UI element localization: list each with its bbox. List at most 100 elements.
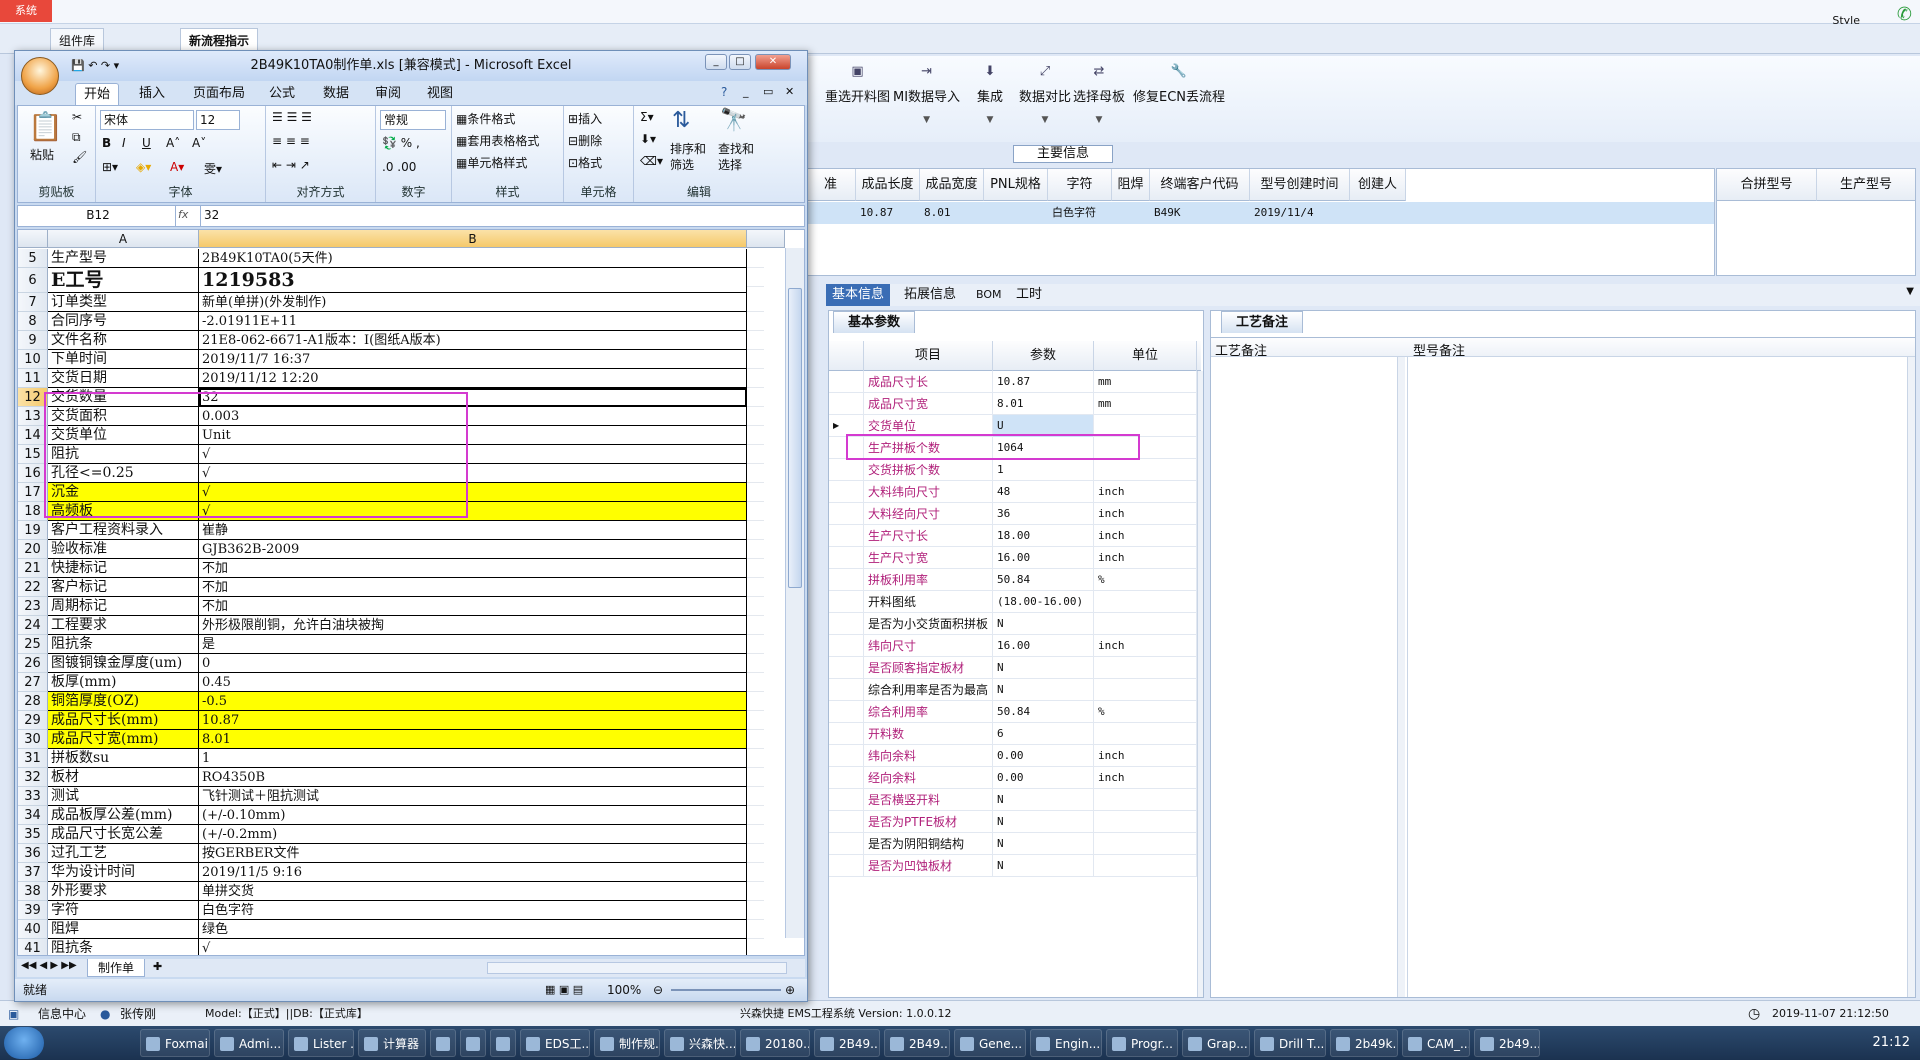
taskbar-item[interactable]: 兴森快... <box>664 1029 736 1057</box>
cell-c[interactable] <box>747 502 764 521</box>
cell-a[interactable]: 测试 <box>48 787 199 806</box>
cell-b[interactable]: 1 <box>199 749 747 768</box>
new-sheet-icon[interactable]: ✚ <box>153 960 162 973</box>
param-row[interactable]: 综合利用率是否为最高 N <box>829 679 1201 701</box>
model-notes-header[interactable]: 型号备注 <box>1413 340 1465 359</box>
row-number[interactable]: 41 <box>18 939 48 955</box>
cell-b[interactable]: RO4350B <box>199 768 747 787</box>
cell-a[interactable]: 客户工程资料录入 <box>48 521 199 540</box>
taskbar-item[interactable] <box>430 1029 456 1057</box>
italic-button[interactable]: I <box>122 136 126 150</box>
border-icon[interactable]: ⊞▾ <box>102 160 118 174</box>
grid-cell[interactable]: 白色字符 <box>1048 202 1112 224</box>
taskbar-item[interactable] <box>490 1029 516 1057</box>
row-number[interactable]: 12 <box>18 388 48 407</box>
row-number[interactable]: 31 <box>18 749 48 768</box>
cell-c[interactable] <box>747 388 764 407</box>
cell-c[interactable] <box>747 901 764 920</box>
merge-model-header[interactable]: 合拼型号 <box>1717 169 1817 201</box>
param-value[interactable]: N <box>993 657 1094 679</box>
cell-c[interactable] <box>747 635 764 654</box>
cell-b[interactable]: (+/-0.10mm) <box>199 806 747 825</box>
cell-a[interactable]: 交货面积 <box>48 407 199 426</box>
ribbon-button-0[interactable]: ▣ 重选开料图 <box>825 64 890 105</box>
cell-c[interactable] <box>747 426 764 445</box>
font-size-select[interactable]: 12 <box>196 110 240 130</box>
param-value[interactable]: 18.00 <box>993 525 1094 547</box>
cell-a[interactable]: 工程要求 <box>48 616 199 635</box>
taskbar-item[interactable]: 2b49... <box>1474 1029 1540 1057</box>
param-value[interactable]: 0.00 <box>993 745 1094 767</box>
taskbar-item[interactable]: CAM_... <box>1402 1029 1470 1057</box>
cell-a[interactable]: 订单类型 <box>48 293 199 312</box>
taskbar-item[interactable]: 2b49k... <box>1330 1029 1398 1057</box>
clear-icon[interactable]: ⌫▾ <box>640 154 663 168</box>
param-value[interactable]: 0.00 <box>993 767 1094 789</box>
column-header-c[interactable] <box>747 230 785 248</box>
sort-filter-icon[interactable]: ⇅ <box>672 108 690 133</box>
cell-a[interactable]: 交货数量 <box>48 388 199 407</box>
cell-a[interactable]: 合同序号 <box>48 312 199 331</box>
taskbar-item[interactable]: Engin... <box>1030 1029 1102 1057</box>
param-row[interactable]: 开料图纸 (18.00-16.00) <box>829 591 1201 613</box>
format-painter-icon[interactable]: 🖌 <box>72 150 87 164</box>
cell-a[interactable]: 成品尺寸长(mm) <box>48 711 199 730</box>
cell-c[interactable] <box>747 578 764 597</box>
row-number[interactable]: 16 <box>18 464 48 483</box>
cell-b[interactable]: 21E8-062-6671-A1版本：Ⅰ(图纸A版本) <box>199 331 747 350</box>
sort-filter-button[interactable]: 排序和 <box>670 140 706 157</box>
cell-b[interactable]: 2B49K10TA0(5天件) <box>199 249 747 268</box>
paste-icon[interactable]: 📋 <box>28 110 63 143</box>
cell-b[interactable]: √ <box>199 464 747 483</box>
param-row[interactable]: 生产尺寸长 18.00 inch <box>829 525 1201 547</box>
param-row[interactable]: ▶ 交货单位 U <box>829 415 1201 437</box>
cell-c[interactable] <box>747 331 764 350</box>
param-row[interactable]: 是否为凹蚀板材 N <box>829 855 1201 877</box>
cell-c[interactable] <box>747 483 764 502</box>
param-value[interactable]: (18.00-16.00) <box>993 591 1094 613</box>
cell-b[interactable]: √ <box>199 445 747 464</box>
tab-basic-params[interactable]: 基本参数 <box>833 311 916 333</box>
view-mode-icons[interactable]: ▦ ▣ ▤ <box>545 979 583 1001</box>
tab-craft-notes[interactable]: 工艺备注 <box>1221 311 1304 333</box>
param-row[interactable]: 生产拼板个数 1064 <box>829 437 1201 459</box>
cell-b[interactable]: -2.01911E+11 <box>199 312 747 331</box>
cell-c[interactable] <box>747 863 764 882</box>
row-number[interactable]: 40 <box>18 920 48 939</box>
grid-cell[interactable]: 10.87 <box>856 202 920 224</box>
row-number[interactable]: 14 <box>18 426 48 445</box>
taskbar-clock[interactable]: 21:12 <box>1873 1035 1910 1050</box>
param-value[interactable]: 16.00 <box>993 547 1094 569</box>
ribbon-button-2[interactable]: ⬇ 集成 ▼ <box>977 64 1003 125</box>
cell-a[interactable]: 阻抗条 <box>48 635 199 654</box>
row-number[interactable]: 19 <box>18 521 48 540</box>
taskbar-item[interactable]: Drill T... <box>1254 1029 1326 1057</box>
cell-a[interactable]: 阻焊 <box>48 920 199 939</box>
chevron-down-icon[interactable]: ▼ <box>1073 115 1125 125</box>
param-value[interactable]: N <box>993 833 1094 855</box>
cell-c[interactable] <box>747 730 764 749</box>
cell-a[interactable]: 快捷标记 <box>48 559 199 578</box>
param-value[interactable]: 36 <box>993 503 1094 525</box>
cell-c[interactable] <box>747 312 764 331</box>
row-number[interactable]: 39 <box>18 901 48 920</box>
cell-b[interactable]: Unit <box>199 426 747 445</box>
param-value[interactable]: 50.84 <box>993 569 1094 591</box>
param-value[interactable]: 50.84 <box>993 701 1094 723</box>
param-value[interactable]: N <box>993 679 1094 701</box>
grid-header[interactable]: 成品长度 <box>856 169 920 201</box>
param-row[interactable]: 综合利用率 50.84% <box>829 701 1201 723</box>
phonetic-icon[interactable]: 雯▾ <box>204 160 222 177</box>
row-number[interactable]: 33 <box>18 787 48 806</box>
cell-b[interactable]: -0.5 <box>199 692 747 711</box>
cell-b[interactable]: 外形极限削铜，允许白油块被掏 <box>199 616 747 635</box>
param-value[interactable]: 48 <box>993 481 1094 503</box>
start-button[interactable] <box>4 1027 44 1059</box>
param-row[interactable]: 大料经向尺寸 36 inch <box>829 503 1201 525</box>
row-number[interactable]: 32 <box>18 768 48 787</box>
grid-header[interactable]: 字符 <box>1048 169 1112 201</box>
craft-notes-scrollbar[interactable] <box>1397 357 1405 997</box>
cell-c[interactable] <box>747 787 764 806</box>
taskbar-item[interactable]: Gene... <box>954 1029 1026 1057</box>
taskbar-item[interactable]: Admi... <box>214 1029 284 1057</box>
